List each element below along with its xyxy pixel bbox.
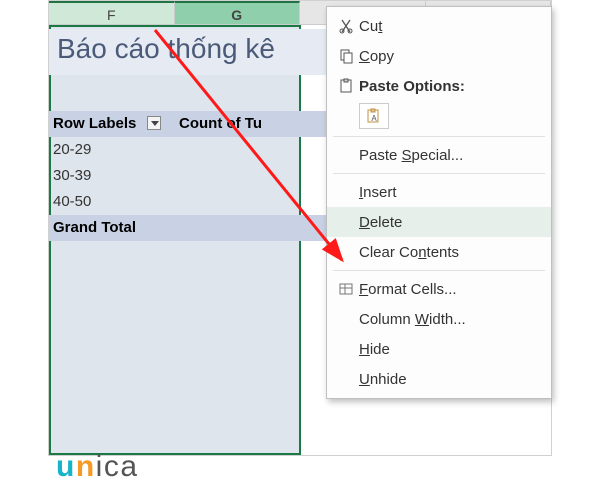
menu-insert[interactable]: Insert [327, 177, 551, 207]
menu-paste-special[interactable]: Paste Special... [327, 140, 551, 170]
menu-separator [333, 173, 545, 174]
blank-icon [333, 182, 359, 202]
menu-label: Insert [359, 184, 541, 201]
menu-unhide[interactable]: Unhide [327, 364, 551, 394]
paste-button[interactable]: A [359, 103, 389, 129]
menu-label: Column Width... [359, 311, 541, 328]
paste-icon [333, 76, 359, 96]
menu-label: Delete [359, 214, 541, 231]
menu-delete[interactable]: Delete [327, 207, 551, 237]
grand-total-label: Grand Total [49, 215, 175, 241]
menu-label: Clear Contents [359, 244, 541, 261]
menu-paste-options-header: Paste Options: [327, 71, 551, 101]
column-header-g[interactable]: G [175, 1, 301, 24]
blank-icon [333, 145, 359, 165]
menu-separator [333, 136, 545, 137]
menu-clear-contents[interactable]: Clear Contents [327, 237, 551, 267]
blank-icon [333, 339, 359, 359]
pivot-row-label: 40-50 [49, 189, 175, 215]
brand-letter: c [104, 450, 120, 484]
watermark-logo: u n i c a [56, 450, 138, 484]
menu-cut[interactable]: Cut [327, 11, 551, 41]
menu-separator [333, 270, 545, 271]
brand-letter: i [96, 450, 103, 484]
menu-column-width[interactable]: Column Width... [327, 304, 551, 334]
blank-icon [333, 309, 359, 329]
blank-icon [333, 242, 359, 262]
pivot-row-label: 30-39 [49, 163, 175, 189]
copy-icon [333, 46, 359, 66]
brand-letter: u [56, 450, 75, 484]
pivot-row-label: 20-29 [49, 137, 175, 163]
menu-label: Hide [359, 341, 541, 358]
count-header: Count of Tu [175, 111, 301, 137]
menu-label: Format Cells... [359, 281, 541, 298]
filter-dropdown-icon[interactable] [147, 116, 161, 130]
menu-copy[interactable]: Copy [327, 41, 551, 71]
menu-hide[interactable]: Hide [327, 334, 551, 364]
row-labels-header[interactable]: Row Labels [49, 111, 175, 137]
row-labels-text: Row Labels [53, 115, 136, 132]
menu-label: Cut [359, 18, 541, 35]
menu-label: Paste Special... [359, 147, 541, 164]
blank-icon [333, 212, 359, 232]
pivot-title: Báo cáo thống kê [49, 29, 369, 75]
menu-format-cells[interactable]: Format Cells... [327, 274, 551, 304]
svg-text:A: A [371, 114, 377, 123]
menu-label: Copy [359, 48, 541, 65]
column-header-f[interactable]: F [49, 1, 175, 24]
context-menu: Cut Copy Paste Options: A Paste Special.… [326, 6, 552, 399]
format-cells-icon [333, 279, 359, 299]
paste-options-row: A [327, 101, 551, 133]
brand-letter: n [76, 450, 95, 484]
blank-icon [333, 369, 359, 389]
menu-label: Unhide [359, 371, 541, 388]
menu-label: Paste Options: [359, 78, 541, 95]
cut-icon [333, 16, 359, 36]
brand-letter: a [120, 450, 137, 484]
